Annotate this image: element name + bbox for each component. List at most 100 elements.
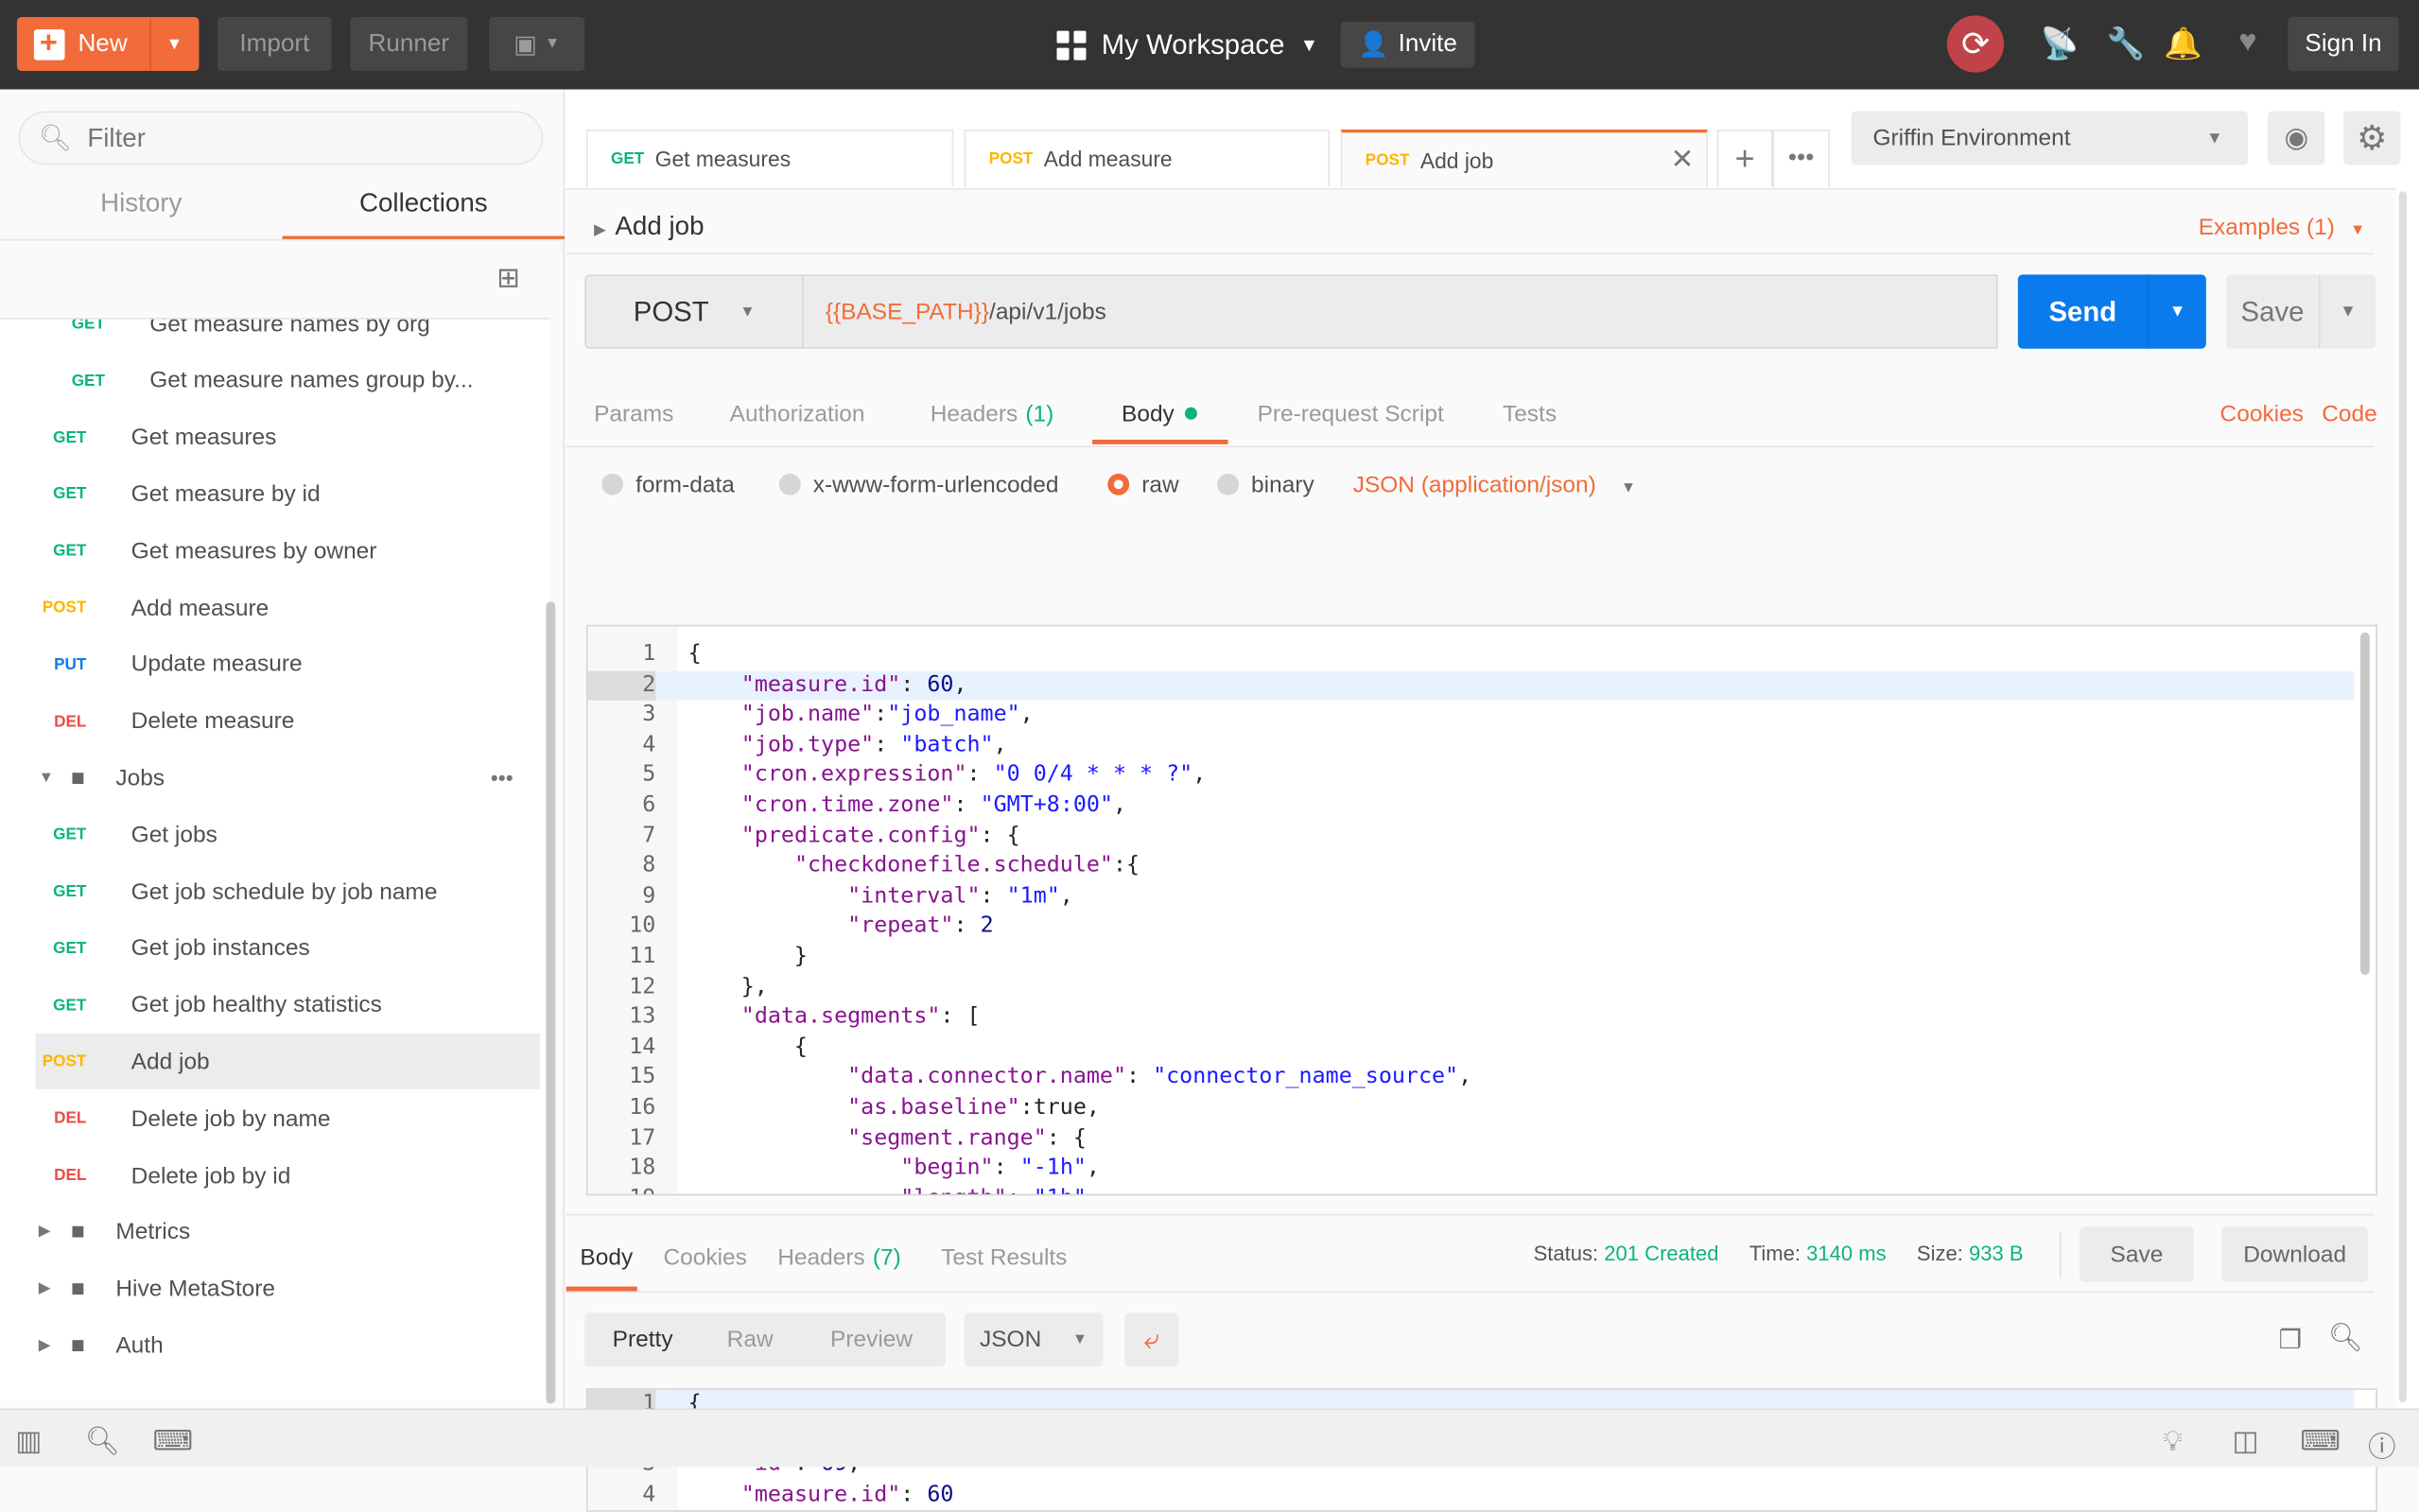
wrap-lines-icon[interactable]: ⤶ — [1124, 1312, 1179, 1367]
sync-icon[interactable]: ⟳ — [1946, 15, 2005, 73]
download-button[interactable]: Download — [2221, 1225, 2369, 1282]
chevron-down-icon[interactable]: ▼ — [2321, 303, 2376, 322]
examples-dropdown[interactable]: Examples (1) ▼ — [2199, 215, 2366, 241]
list-item[interactable]: GET Get job instances — [0, 921, 549, 977]
wrench-icon[interactable]: 🔧 — [2106, 25, 2146, 63]
caret-right-icon[interactable]: ▶ — [39, 1337, 51, 1354]
main-scrollbar[interactable] — [2398, 191, 2407, 1402]
chevron-down-icon[interactable]: ▼ — [165, 35, 183, 54]
body-mode-binary[interactable]: binary — [1217, 472, 1314, 498]
tab-add-measure[interactable]: POST Add measure — [964, 130, 1331, 187]
list-item[interactable]: DEL Delete job by id — [0, 1148, 549, 1204]
new-collection-icon[interactable]: ⊞ — [496, 262, 520, 294]
tab-tests[interactable]: Tests — [1503, 401, 1557, 427]
find-icon[interactable]: 🔍︎ — [85, 1425, 120, 1457]
satellite-icon[interactable]: 📡 — [2040, 25, 2080, 63]
body-mode-raw[interactable]: raw — [1107, 472, 1179, 498]
chevron-down-icon[interactable]: ▼ — [2149, 303, 2206, 322]
caret-down-icon[interactable]: ▼ — [39, 770, 54, 787]
list-item[interactable]: GET Get jobs — [0, 808, 549, 863]
body-mode-x-www-form-urlencoded[interactable]: x-www-form-urlencoded — [778, 472, 1058, 498]
response-tab-body[interactable]: Body — [580, 1245, 633, 1272]
list-item[interactable]: GET Get measures by owner — [0, 523, 549, 579]
more-icon[interactable]: ••• — [491, 766, 513, 791]
gear-icon[interactable]: ⚙ — [2343, 111, 2401, 165]
list-item[interactable]: DEL Delete measure — [0, 693, 549, 749]
filter-field[interactable]: 🔍︎ — [18, 111, 544, 165]
radio-button[interactable] — [601, 473, 624, 495]
request-body-editor[interactable]: 1{2 "measure.id": 60, 3 "job.name":"job_n… — [585, 624, 2377, 1196]
tab-headers[interactable]: Headers (1) — [931, 401, 1054, 427]
two-pane-icon[interactable]: ◫ — [2233, 1425, 2259, 1457]
keyboard-icon[interactable]: ⌨ — [2300, 1425, 2340, 1457]
new-button[interactable]: + New ▼ — [16, 16, 200, 72]
import-button[interactable]: Import — [218, 16, 332, 72]
workspace-selector[interactable]: My Workspace ▼ — [1056, 22, 1318, 68]
list-item[interactable]: POST Add job — [35, 1034, 540, 1090]
tab-history[interactable]: History — [0, 188, 283, 240]
tab-pre-request-script[interactable]: Pre-request Script — [1258, 401, 1444, 427]
bell-icon[interactable]: 🔔 — [2163, 25, 2202, 63]
tab-add-job[interactable]: POST Add job ✕ — [1340, 130, 1708, 187]
view-raw[interactable]: Raw — [727, 1327, 774, 1353]
filter-input[interactable] — [87, 122, 520, 154]
radio-button[interactable] — [778, 473, 801, 495]
sidebar-toggle-icon[interactable]: ▥ — [15, 1425, 42, 1457]
invite-button[interactable]: 👤 Invite — [1340, 21, 1475, 68]
tab-collections[interactable]: Collections — [282, 188, 566, 241]
list-item[interactable]: POST Add measure — [0, 580, 549, 635]
method-select[interactable]: POST ▼ — [584, 274, 804, 349]
response-tab-headers[interactable]: Headers (7) — [777, 1245, 901, 1272]
eye-icon[interactable]: ◉ — [2268, 111, 2325, 165]
response-tab-cookies[interactable]: Cookies — [663, 1245, 746, 1272]
copy-icon[interactable]: ❐ — [2279, 1325, 2303, 1356]
list-item[interactable]: GET Get measure names group by... — [0, 353, 549, 408]
content-type-select[interactable]: JSON (application/json) ▼ — [1353, 472, 1636, 498]
caret-right-icon[interactable]: ▶ — [39, 1280, 51, 1297]
tab-authorization[interactable]: Authorization — [730, 401, 865, 427]
view-pretty[interactable]: Pretty — [613, 1327, 673, 1353]
folder-item[interactable]: ▼ ■ Jobs ••• — [0, 750, 549, 806]
url-input[interactable]: {{BASE_PATH}}/api/v1/jobs — [803, 274, 1998, 349]
list-item[interactable]: DEL Delete job by name — [0, 1091, 549, 1147]
list-item[interactable]: GET Get job schedule by job name — [0, 864, 549, 920]
list-item[interactable]: GET Get measure by id — [0, 466, 549, 522]
search-icon[interactable]: 🔍︎ — [2328, 1322, 2363, 1354]
runner-button[interactable]: Runner — [350, 16, 468, 72]
send-button[interactable]: Send ▼ — [2017, 274, 2206, 349]
request-name-toggle[interactable]: ▶ Add job — [594, 211, 704, 242]
save-response-button[interactable]: Save — [2080, 1225, 2194, 1282]
list-item[interactable]: GET Get measure names by org — [0, 320, 549, 352]
code-link[interactable]: Code — [2322, 401, 2377, 427]
body-mode-form-data[interactable]: form-data — [601, 472, 735, 498]
save-button[interactable]: Save ▼ — [2226, 274, 2376, 349]
cookies-link[interactable]: Cookies — [2220, 401, 2304, 427]
list-item[interactable]: PUT Update measure — [0, 636, 549, 692]
new-tab-button[interactable]: + — [1716, 130, 1773, 187]
caret-right-icon[interactable]: ▶ — [39, 1224, 51, 1241]
tab-get-measures[interactable]: GET Get measures — [585, 130, 954, 187]
response-tab-test-results[interactable]: Test Results — [941, 1245, 1067, 1272]
sidebar-scrollbar[interactable] — [546, 601, 556, 1404]
lightbulb-icon[interactable]: 💡︎ — [2163, 1425, 2183, 1457]
folder-item[interactable]: ▶ ■ Hive MetaStore — [0, 1261, 549, 1317]
radio-button[interactable] — [1107, 473, 1130, 495]
help-icon[interactable]: ⓘ — [2368, 1425, 2395, 1465]
tab-params[interactable]: Params — [594, 401, 673, 427]
folder-item[interactable]: ▶ ■ Metrics — [0, 1205, 549, 1260]
list-item[interactable]: GET Get job healthy statistics — [0, 978, 549, 1034]
environment-select[interactable]: Griffin Environment ▼ — [1851, 111, 2248, 165]
new-window-button[interactable]: ▣ ▼ — [489, 16, 585, 72]
more-tabs-icon[interactable]: ••• — [1772, 130, 1830, 187]
list-item[interactable]: GET Get measures — [0, 409, 549, 465]
view-preview[interactable]: Preview — [830, 1327, 913, 1353]
sign-in-button[interactable]: Sign In — [2288, 16, 2399, 72]
radio-button[interactable] — [1217, 473, 1239, 495]
editor-scrollbar[interactable] — [2360, 632, 2370, 976]
heart-icon[interactable]: ♥ — [2228, 25, 2268, 61]
tab-body[interactable]: Body — [1122, 401, 1198, 427]
console-icon[interactable]: ⌨ — [153, 1425, 193, 1457]
folder-item[interactable]: ▶ ■ Auth — [0, 1318, 549, 1374]
close-icon[interactable]: ✕ — [1671, 144, 1695, 176]
format-select[interactable]: JSON ▼ — [964, 1312, 1104, 1367]
